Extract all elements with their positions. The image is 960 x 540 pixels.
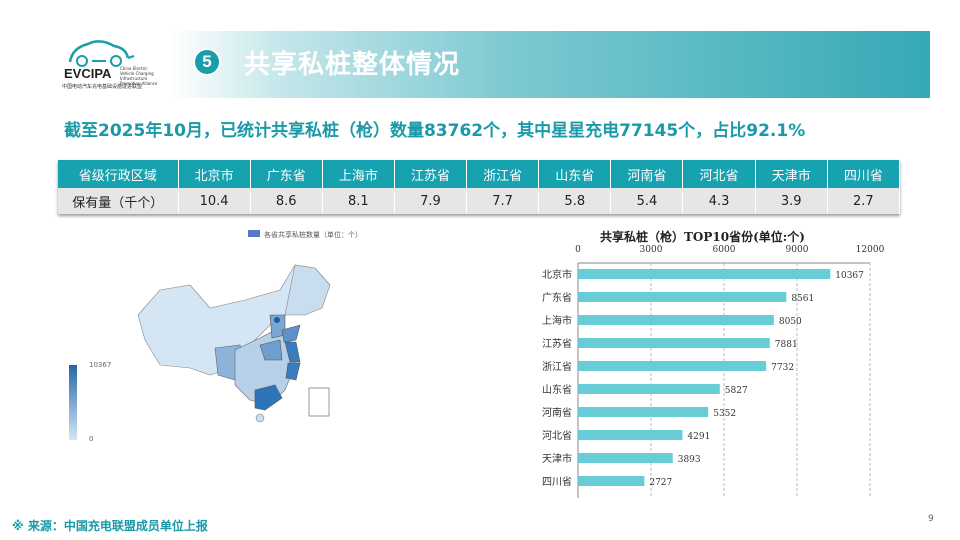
table-header-region: 山东省 [538, 160, 612, 188]
bar [578, 338, 770, 348]
map-south-sea-inset [308, 387, 330, 417]
x-tick-label: 3000 [640, 245, 663, 255]
bar [578, 315, 774, 325]
section-number-badge: 5 [193, 48, 221, 76]
table-header-region: 广东省 [250, 160, 323, 188]
table-cell-value: 5.8 [538, 188, 612, 214]
y-category-label: 山东省 [542, 383, 572, 396]
table-cell-value: 5.4 [610, 188, 684, 214]
visual-map-bar[interactable] [69, 365, 77, 440]
logo-brand: EVCIPA [64, 66, 112, 81]
map-beijing [274, 317, 280, 323]
data-label: 7732 [771, 363, 794, 373]
table-cell-value: 10.4 [178, 188, 251, 214]
page-title: 共享私桩整体情况 [244, 50, 461, 80]
table-header-region: 上海市 [322, 160, 395, 188]
table-header-region: 河北省 [682, 160, 756, 188]
x-tick-label: 0 [575, 245, 581, 255]
china-map: 各省共享私桩数量（单位：个） 10367 0 [69, 230, 360, 443]
map-legend: 各省共享私桩数量（单位：个） [264, 230, 360, 239]
source-note: ※ 来源：中国充电联盟成员单位上报 [12, 519, 208, 533]
data-label: 8561 [791, 294, 814, 304]
map-legend-swatch [248, 230, 260, 237]
table-header-region: 四川省 [827, 160, 901, 188]
visual-map-max: 10367 [89, 361, 111, 369]
data-label: 2727 [649, 478, 672, 488]
y-category-label: 广东省 [542, 291, 572, 304]
table-cell-value: 8.1 [322, 188, 395, 214]
table-cell-value: 4.3 [682, 188, 756, 214]
bar [578, 292, 787, 302]
table-cell-value: 3.9 [755, 188, 828, 214]
data-label: 10367 [835, 271, 864, 281]
bar [578, 361, 767, 371]
summary-text: 截至2025年10月，已统计共享私桩（枪）数量83762个，其中星星充电7714… [64, 121, 806, 141]
y-category-label: 河北省 [542, 429, 572, 442]
bar [578, 476, 645, 486]
table-header-region: 北京市 [178, 160, 251, 188]
table-header-label: 省级行政区域 [58, 160, 179, 188]
table-header-region: 天津市 [755, 160, 828, 188]
table-header-region: 河南省 [610, 160, 684, 188]
car-plug-icon [68, 40, 135, 67]
bar [578, 453, 673, 463]
y-category-label: 北京市 [542, 268, 572, 281]
table-cell-value: 2.7 [827, 188, 901, 214]
y-category-label: 四川省 [542, 475, 572, 488]
table-cell-value: 7.7 [466, 188, 540, 214]
x-tick-label: 12000 [856, 245, 885, 255]
bar-chart: 0 3000 6000 9000 12000 北京市 10367 广东省 8561 上海市 8050… [542, 245, 885, 498]
bar [578, 407, 709, 417]
bar [578, 384, 720, 394]
page-number: 9 [928, 514, 934, 524]
y-category-label: 河南省 [542, 406, 572, 419]
evcipa-logo: EVCIPA 中国电动汽车充电基础设施促进联盟 China Electric V… [62, 36, 162, 96]
logo-english: China Electric Vehicle Charging Infrastr… [120, 66, 158, 86]
table-cell-value: 7.9 [394, 188, 468, 214]
x-tick-label: 6000 [713, 245, 736, 255]
table-header-region: 浙江省 [466, 160, 540, 188]
province-table: 省级行政区域 北京市 广东省 上海市 江苏省 浙江省 山东省 河南省 河北省 天津市 四川省 保有量… [58, 160, 901, 214]
map-zhejiang [285, 362, 301, 381]
map-hainan [255, 413, 265, 423]
y-category-label: 天津市 [542, 452, 572, 465]
data-label: 8050 [779, 317, 802, 327]
bar [578, 269, 831, 279]
x-tick-label: 9000 [786, 245, 809, 255]
y-category-label: 浙江省 [542, 360, 572, 373]
table-header-region: 江苏省 [394, 160, 468, 188]
data-label: 5827 [725, 386, 748, 396]
data-label: 3893 [678, 455, 701, 465]
table-row-label: 保有量（千个） [58, 188, 179, 214]
visual-map-min: 0 [89, 435, 93, 443]
data-label: 4291 [687, 432, 710, 442]
data-label: 5352 [713, 409, 736, 419]
bar [578, 430, 683, 440]
y-category-label: 江苏省 [542, 337, 572, 350]
table-cell-value: 8.6 [250, 188, 323, 214]
y-category-label: 上海市 [542, 314, 572, 327]
data-label: 7881 [775, 340, 798, 350]
